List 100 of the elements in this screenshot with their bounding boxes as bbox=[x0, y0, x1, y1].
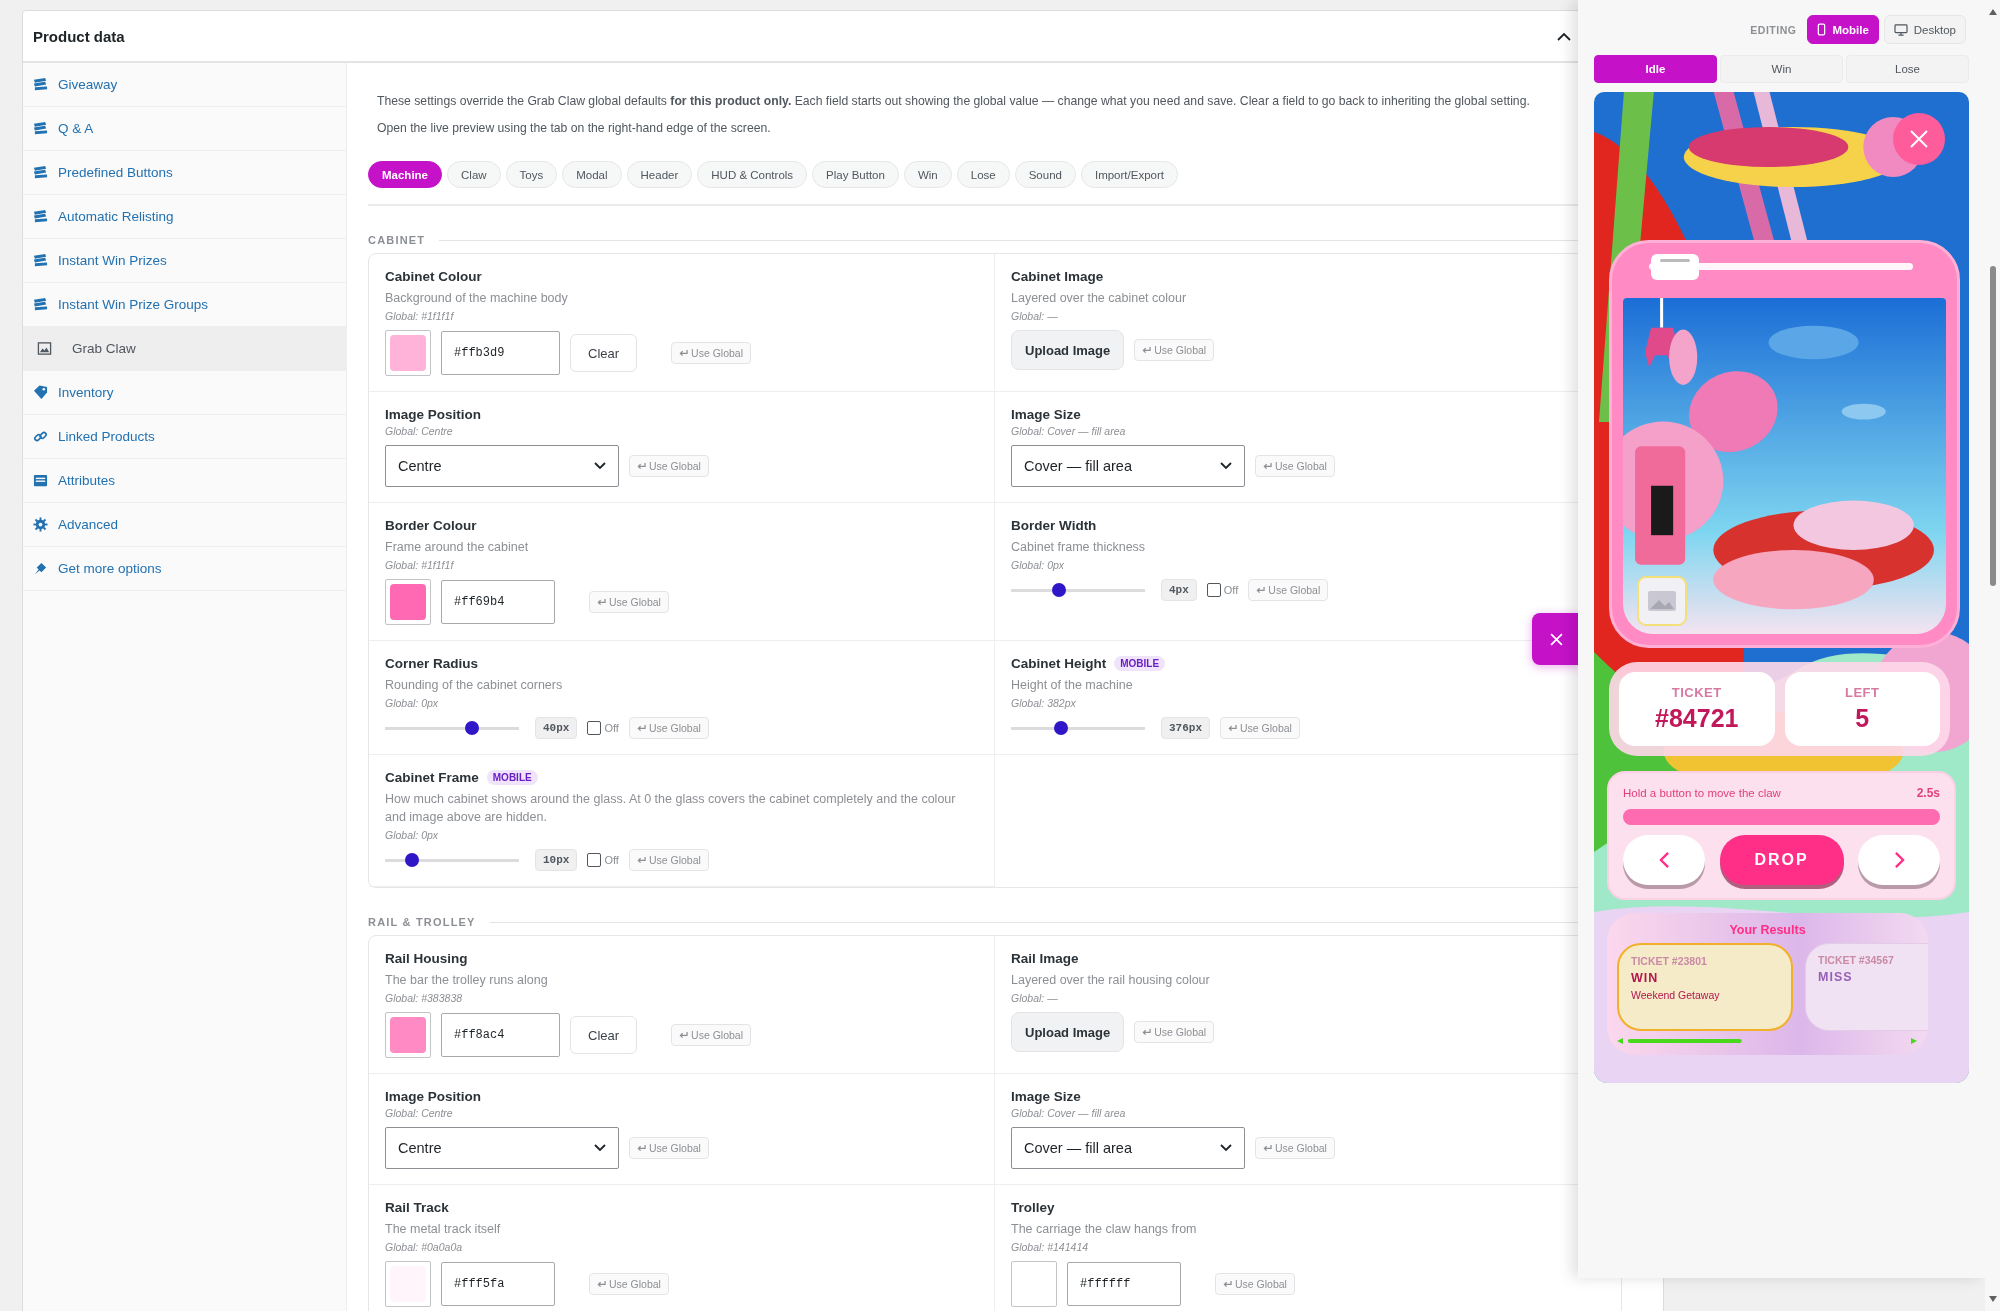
use-global-button[interactable]: Use Global bbox=[671, 342, 752, 364]
field-label: Cabinet Height bbox=[1011, 656, 1107, 671]
settings-tab[interactable]: Modal bbox=[562, 161, 622, 188]
slider-thumb[interactable] bbox=[1053, 721, 1068, 735]
slider-value: 10px bbox=[535, 849, 578, 871]
use-global-button[interactable]: Use Global bbox=[1255, 455, 1335, 477]
color-swatch[interactable] bbox=[385, 1261, 431, 1307]
dropdown[interactable]: Cover — fill area bbox=[1011, 445, 1245, 487]
sidebar-item[interactable]: Giveaway bbox=[23, 63, 346, 107]
scroll-up-icon[interactable] bbox=[1987, 8, 1998, 16]
preview-state-tab[interactable]: Idle bbox=[1594, 55, 1717, 83]
slider-value: 4px bbox=[1161, 579, 1197, 601]
color-swatch[interactable] bbox=[385, 1012, 431, 1058]
field-label: Cabinet Frame bbox=[385, 770, 479, 785]
use-global-button[interactable]: Use Global bbox=[629, 1137, 709, 1159]
device-toggle[interactable]: Desktop bbox=[1883, 15, 1966, 44]
use-global-button[interactable]: Use Global bbox=[1248, 579, 1329, 601]
panel-title: Product data bbox=[33, 27, 125, 45]
settings-tab[interactable]: Toys bbox=[505, 161, 558, 188]
clear-button[interactable]: Clear bbox=[570, 334, 638, 372]
slider-thumb[interactable] bbox=[465, 721, 480, 735]
use-global-button[interactable]: Use Global bbox=[628, 849, 709, 871]
page-scrollbar[interactable] bbox=[1985, 0, 2000, 1311]
use-global-button[interactable]: Use Global bbox=[629, 455, 709, 477]
global-value: Global: 0px bbox=[1011, 559, 1066, 571]
hex-input[interactable]: #ffffff bbox=[1067, 1262, 1181, 1306]
color-swatch[interactable] bbox=[385, 579, 431, 625]
sidebar-item[interactable]: Inventory bbox=[23, 371, 346, 415]
upload-image-button[interactable]: Upload Image bbox=[1011, 330, 1125, 370]
clear-button[interactable]: Clear bbox=[570, 1016, 638, 1054]
sidebar-item[interactable]: Grab Claw bbox=[23, 327, 346, 371]
settings-tab[interactable]: Sound bbox=[1014, 161, 1076, 188]
field-description: Height of the machine bbox=[1011, 677, 1134, 694]
use-global-button[interactable]: Use Global bbox=[589, 1273, 669, 1295]
sidebar-item[interactable]: Q & A bbox=[23, 107, 346, 151]
close-preview-button[interactable] bbox=[1532, 613, 1580, 665]
return-arrow-icon bbox=[637, 462, 646, 470]
section-heading: RAIL & TROLLEY bbox=[368, 916, 476, 928]
sidebar-item[interactable]: Linked Products bbox=[23, 415, 346, 459]
off-checkbox[interactable] bbox=[587, 853, 602, 867]
dropdown[interactable]: Cover — fill area bbox=[1011, 1127, 1245, 1169]
list-icon bbox=[33, 473, 48, 488]
field-label: Trolley bbox=[1011, 1200, 1055, 1215]
sidebar-item[interactable]: Predefined Buttons bbox=[23, 151, 346, 195]
use-global-button[interactable]: Use Global bbox=[671, 1024, 752, 1046]
use-global-button[interactable]: Use Global bbox=[589, 591, 669, 613]
field-label: Rail Track bbox=[385, 1200, 449, 1215]
hex-input[interactable]: #ff8ac4 bbox=[441, 1013, 560, 1057]
off-checkbox[interactable] bbox=[587, 721, 602, 735]
use-global-button[interactable]: Use Global bbox=[1255, 1137, 1335, 1159]
settings-tab[interactable]: Claw bbox=[447, 161, 501, 188]
use-global-button[interactable]: Use Global bbox=[1215, 1273, 1295, 1295]
hex-input[interactable]: #fff5fa bbox=[441, 1262, 555, 1306]
sidebar-item[interactable]: Get more options bbox=[23, 547, 346, 591]
field-label: Border Colour bbox=[385, 518, 477, 533]
chevron-down-icon bbox=[1220, 462, 1232, 470]
sidebar-item[interactable]: Attributes bbox=[23, 459, 346, 503]
hex-input[interactable]: #ff69b4 bbox=[441, 580, 555, 624]
plug-icon bbox=[33, 561, 48, 576]
settings-tab[interactable]: Win bbox=[903, 161, 952, 188]
dropdown[interactable]: Centre bbox=[385, 445, 619, 487]
upload-image-button[interactable]: Upload Image bbox=[1011, 1012, 1125, 1052]
device-toggle[interactable]: Mobile bbox=[1807, 15, 1879, 44]
off-checkbox[interactable] bbox=[1206, 583, 1221, 597]
mobile-badge: MOBILE bbox=[486, 770, 538, 785]
use-global-button[interactable]: Use Global bbox=[628, 717, 709, 739]
settings-tab[interactable]: Machine bbox=[368, 161, 442, 188]
field-label: Border Width bbox=[1011, 518, 1097, 533]
settings-tab[interactable]: HUD & Controls bbox=[697, 161, 808, 188]
return-arrow-icon bbox=[1256, 586, 1266, 594]
tag-icon bbox=[33, 385, 48, 400]
settings-tab[interactable]: Header bbox=[626, 161, 693, 188]
dropdown[interactable]: Centre bbox=[385, 1127, 619, 1169]
preview-state-tab[interactable]: Lose bbox=[1846, 55, 1969, 83]
slider-thumb[interactable] bbox=[1052, 583, 1067, 597]
field-description: The bar the trolley runs along bbox=[385, 972, 549, 989]
use-global-button[interactable]: Use Global bbox=[1134, 339, 1215, 361]
slider-thumb[interactable] bbox=[404, 853, 419, 867]
sidebar-item[interactable]: Instant Win Prizes bbox=[23, 239, 346, 283]
stack-icon bbox=[33, 77, 48, 92]
hex-input[interactable]: #ffb3d9 bbox=[441, 331, 560, 375]
sidebar-item[interactable]: Advanced bbox=[23, 503, 346, 547]
scroll-down-icon[interactable] bbox=[1987, 1295, 1998, 1303]
sidebar-item[interactable]: Automatic Relisting bbox=[23, 195, 346, 239]
chevron-down-icon bbox=[1220, 1144, 1232, 1152]
global-value: Global: — bbox=[1011, 992, 1059, 1004]
return-arrow-icon bbox=[1263, 462, 1272, 470]
field-description: Frame around the cabinet bbox=[385, 539, 530, 556]
settings-tab[interactable]: Play Button bbox=[812, 161, 899, 188]
settings-tab[interactable]: Import/Export bbox=[1080, 161, 1178, 188]
global-value: Global: — bbox=[1011, 310, 1059, 322]
field-label: Image Size bbox=[1011, 1089, 1081, 1104]
color-swatch[interactable] bbox=[1011, 1261, 1057, 1307]
use-global-button[interactable]: Use Global bbox=[1134, 1021, 1215, 1043]
use-global-button[interactable]: Use Global bbox=[1220, 717, 1300, 739]
color-swatch[interactable] bbox=[385, 330, 431, 376]
settings-tab[interactable]: Lose bbox=[956, 161, 1010, 188]
chevron-up-icon[interactable] bbox=[1557, 31, 1571, 41]
preview-state-tab[interactable]: Win bbox=[1720, 55, 1843, 83]
global-value: Global: #1f1f1f bbox=[385, 559, 456, 571]
